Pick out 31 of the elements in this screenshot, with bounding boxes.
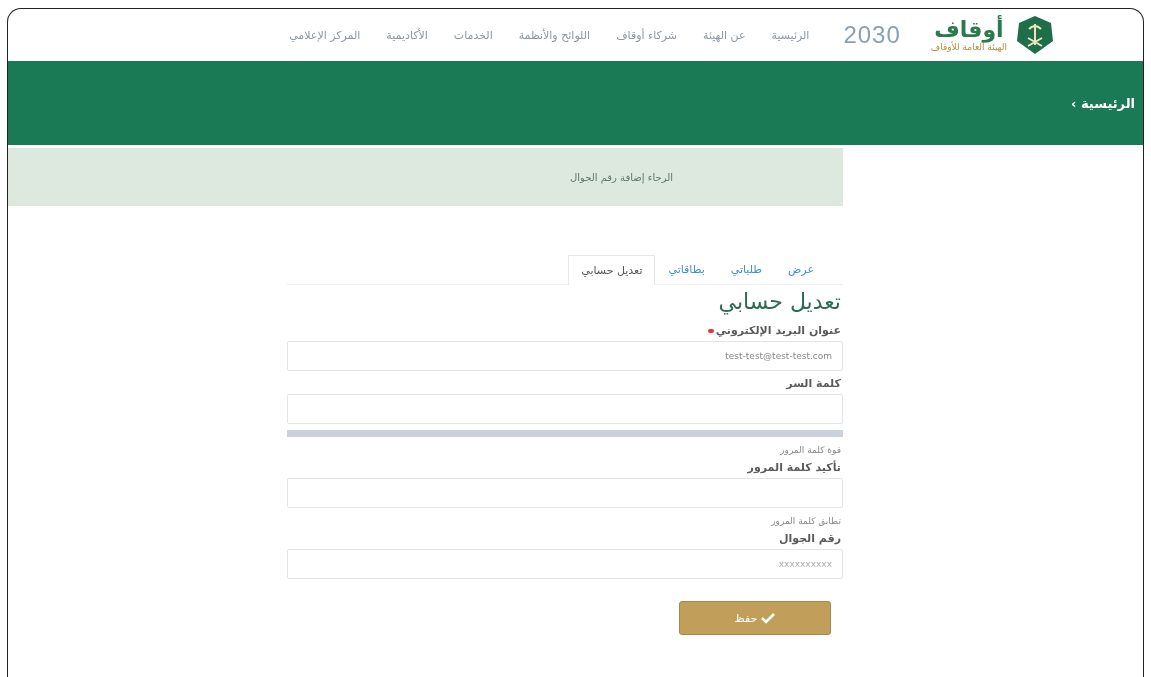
nav-link[interactable]: الأكاديمية [386,28,428,42]
input-field[interactable]: xxxxxxxxxx [287,549,843,579]
input-field[interactable] [287,394,843,424]
field-label: رقم الجوال [778,532,841,545]
tab[interactable]: طلباتي [717,254,776,284]
emblem-icon [1015,15,1055,55]
breadcrumb-link[interactable]: الرئيسية › [1071,95,1135,111]
nav-link[interactable]: الرئيسية [771,28,810,42]
field-label: تأكيد كلمة المرور [747,461,841,474]
required-mark [707,328,714,333]
input-field[interactable] [287,478,843,508]
vision-logo: 2030 [843,21,901,49]
tab[interactable]: عرض [775,254,827,284]
nav-link[interactable]: اللوائح والأنظمة [518,28,591,42]
field-label: عنوان البريد الإلكتروني [715,324,841,337]
logo-subtitle: الهيئة العامة للأوقاف [930,42,1007,53]
nav-link[interactable]: شركاء أوقاف [616,28,678,42]
field-hint: قوة كلمة المرور [779,445,841,455]
check-icon [761,612,776,624]
page-heading: تعديل حسابي [717,289,841,314]
nav-link[interactable]: الخدمات [453,28,493,42]
save-button[interactable]: حفظ [679,601,831,635]
field-hint: تطابق كلمة المرور [770,516,841,526]
logo-title: أوقاف [934,17,1004,43]
alert-message: الرجاء إضافة رقم الجوال [8,148,843,206]
nav-link[interactable]: المركز الإعلامي [289,28,361,42]
nav-link[interactable]: عن الهيئة [703,28,746,42]
field-label: كلمة السر [786,377,841,390]
tab[interactable]: بطاقاتي [655,254,718,284]
tab[interactable]: تعديل حسابي [568,255,656,285]
input-field[interactable]: test-test@test-test.com [287,341,843,371]
